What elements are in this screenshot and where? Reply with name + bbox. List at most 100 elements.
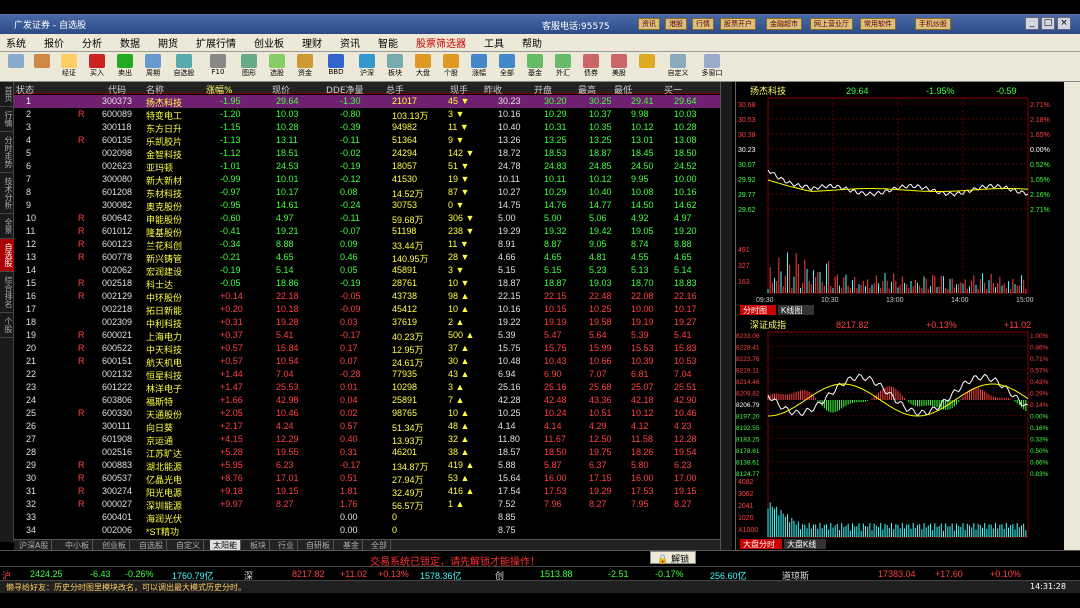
table-row[interactable]: 34 002006 *ST精功 0.00 0 8.75 [14,524,720,537]
grid-scrollbar[interactable] [720,82,732,550]
title-button-5[interactable]: 网上营业厅 [810,18,853,30]
table-row[interactable]: 13 R 600778 新兴铸管 -0.21 4.65 0.46 140.95万 28 ▼ 4.6… [14,251,720,264]
table-row[interactable]: 29 R 000883 湖北能源 +5.95 6.23 -0.17 134.87万 419 ▲ 5… [14,459,720,472]
table-row[interactable]: 23 601222 林洋电子 +1.47 25.53 0.01 10298 3 ▲ 25.16 2… [14,381,720,394]
toolbar-label: 基金 [528,69,542,77]
side-tab-0[interactable]: 首页 [0,82,14,107]
table-row[interactable]: 22 002132 恒星科技 +1.44 7.04 -0.28 77935 43 ▲ 6.94 6… [14,368,720,381]
table-row[interactable]: 17 002218 拓日新能 +0.20 10.18 -0.09 45412 10 ▲ 10.1… [14,303,720,316]
table-row[interactable]: 14 002062 宏润建设 -0.19 5.14 0.05 45891 3 ▼ 5.15 5.1… [14,264,720,277]
table-row[interactable]: 18 002309 中利科技 +0.31 19.28 0.03 37619 2 ▲ 19.22 1… [14,316,720,329]
table-row[interactable]: 26 300111 向日葵 +2.17 4.24 0.57 51.34万 48 ▲ 4.14 4.… [14,420,720,433]
menu-item-6[interactable]: 创业板 [254,35,284,50]
table-row[interactable]: 28 002516 江苏旷达 +5.28 19.55 0.31 46201 38 ▲ 18.57… [14,446,720,459]
toolbar-button-19[interactable]: 外汇 [550,54,576,80]
toolbar-button-3[interactable]: 买入 [84,54,110,80]
toolbar-button-21[interactable]: 美股 [606,54,632,80]
toolbar-button-11[interactable]: BBD [320,54,352,80]
table-row[interactable]: 6 002623 亚玛顿 -1.01 24.53 -0.19 18057 51 ▼ 24.78 2… [14,160,720,173]
cell-open: 4.65 [544,252,562,262]
table-row[interactable]: 12 R 600123 兰花科创 -0.34 8.88 0.09 33.44万 11 ▼ 8.91… [14,238,720,251]
side-tab-4[interactable]: 全景 [0,214,14,239]
title-button-4[interactable]: 金融超市 [766,18,802,30]
toolbar-button-17[interactable]: 全部 [494,54,520,80]
table-row[interactable]: 8 601208 东材科技 -0.97 10.17 0.08 14.52万 87 ▼ 10.27… [14,186,720,199]
table-row[interactable]: 3 300118 东方日升 -1.15 10.28 -0.39 94982 11 ▼ 10.40… [14,121,720,134]
toolbar-button-9[interactable]: 选股 [264,54,290,80]
toolbar-button-8[interactable]: 图形 [236,54,262,80]
table-row[interactable]: 4 R 600135 乐凯胶片 -1.13 13.11 -0.11 51364 9 ▼ 13.26… [14,134,720,147]
menu-item-9[interactable]: 智能 [378,35,398,50]
unlock-button[interactable]: 🔒 解锁 [650,551,697,565]
cell-high: 5.23 [589,265,607,275]
toolbar-button-15[interactable]: 个股 [438,54,464,80]
table-row[interactable]: 33 600401 海润光伏 0.00 0 8.85 [14,511,720,524]
menu-item-2[interactable]: 分析 [82,35,102,50]
menu-item-3[interactable]: 数据 [120,35,140,50]
minimize-button[interactable]: _ [1025,17,1039,30]
menu-item-11[interactable]: 工具 [484,35,504,50]
side-tab-7[interactable]: 个股 [0,313,14,338]
table-row[interactable]: 21 R 600151 航天机电 +0.57 10.54 0.07 24.61万 30 ▲ 10.… [14,355,720,368]
title-button-1[interactable]: 港股 [665,18,687,30]
toolbar-button-0[interactable] [4,54,28,80]
cell-n: 33 [26,512,37,522]
menu-item-10[interactable]: 股票筛选器 [416,35,466,50]
menu-item-12[interactable]: 帮助 [522,35,542,50]
menu-item-1[interactable]: 报价 [44,35,64,50]
menu-item-5[interactable]: 扩展行情 [196,35,236,50]
table-row[interactable]: 11 R 601012 隆基股份 -0.41 19.21 -0.07 51198 238 ▼ 19… [14,225,720,238]
menu-item-0[interactable]: 系统 [6,35,26,50]
toolbar-button-1[interactable] [30,54,54,80]
table-row[interactable]: 19 R 600021 上海电力 +0.37 5.41 -0.17 40.23万 500 ▲ 5.… [14,329,720,342]
table-row[interactable]: 25 R 600330 天通股份 +2.05 10.46 0.02 98765 10 ▲ 10.2… [14,407,720,420]
toolbar-button-14[interactable]: 大盘 [410,54,436,80]
table-row[interactable]: 1 300373 扬杰科技 -1.95 29.64 -1.30 21017 45 ▼ 30.23… [14,95,720,108]
toolbar-button-5[interactable]: 周期 [140,54,166,80]
toolbar-button-13[interactable]: 板块 [382,54,408,80]
table-row[interactable]: 7 300080 新大新材 -0.99 10.01 -0.12 41530 19 ▼ 10.11… [14,173,720,186]
side-tab-5[interactable]: 自选股 [0,239,14,272]
toolbar-button-2[interactable]: 经证 [56,54,82,80]
table-row[interactable]: 16 R 002129 中环股份 +0.14 22.18 -0.05 43738 98 ▲ 22.… [14,290,720,303]
menu-item-4[interactable]: 期货 [158,35,178,50]
toolbar-button-6[interactable]: 自选股 [168,54,200,80]
toolbar-button-24[interactable]: 多窗口 [696,54,728,80]
toolbar-button-16[interactable]: 涨幅 [466,54,492,80]
toolbar-button-22[interactable] [634,54,660,80]
maximize-button[interactable]: □ [1041,17,1055,30]
toolbar-button-12[interactable]: 沪深 [354,54,380,80]
table-row[interactable]: 20 R 600522 中天科技 +0.57 15.84 0.17 12.95万 37 ▲ 15.… [14,342,720,355]
cell-low: 5.13 [631,265,649,275]
title-button-7[interactable]: 手机炒股 [915,18,951,30]
table-row[interactable]: 9 300082 奥克股份 -0.95 14.61 -0.24 30753 0 ▼ 14.75 1… [14,199,720,212]
table-row[interactable]: 24 603806 福斯特 +1.66 42.98 0.04 25891 7 ▲ 42.28 42… [14,394,720,407]
toolbar-button-10[interactable]: 资金 [292,54,318,80]
title-button-6[interactable]: 常用软件 [860,18,896,30]
toolbar-button-20[interactable]: 债券 [578,54,604,80]
table-row[interactable]: 27 601908 京运通 +4.15 12.29 0.40 13.93万 32 ▲ 11.80… [14,433,720,446]
menu-item-7[interactable]: 理财 [302,35,322,50]
title-button-2[interactable]: 行情 [692,18,714,30]
side-tab-3[interactable]: 技术分析 [0,173,14,214]
table-row[interactable]: 15 R 002518 科士达 -0.05 18.86 -0.19 28761 10 ▼ 18.8… [14,277,720,290]
side-tab-6[interactable]: 综合排名 [0,272,14,313]
right-scrollbar[interactable] [1064,82,1080,550]
side-tab-2[interactable]: 分时走势 [0,132,14,173]
toolbar-button-23[interactable]: 自定义 [662,54,694,80]
close-button[interactable]: × [1057,17,1071,30]
cell-price: 24.53 [276,161,299,171]
title-button-3[interactable]: 股票开户 [720,18,756,30]
toolbar-button-7[interactable]: F10 [202,54,234,80]
table-row[interactable]: 32 R 000027 深圳能源 +9.97 8.27 1.76 56.57万 1 ▲ 7.52 7… [14,498,720,511]
toolbar-button-4[interactable]: 卖出 [112,54,138,80]
title-button-0[interactable]: 资讯 [638,18,660,30]
table-row[interactable]: 10 R 600642 申能股份 -0.60 4.97 -0.11 59.68万 306 ▼ 5.… [14,212,720,225]
table-row[interactable]: 5 002098 金智科技 -1.12 18.51 -0.02 24294 142 ▼ 18.7… [14,147,720,160]
toolbar-button-18[interactable]: 基金 [522,54,548,80]
side-tab-1[interactable]: 行情 [0,107,14,132]
table-row[interactable]: 30 R 600537 亿晶光电 +8.76 17.01 0.51 27.94万 53 ▲ 15.… [14,472,720,485]
menu-item-8[interactable]: 资讯 [340,35,360,50]
table-row[interactable]: 2 R 600089 特变电工 -1.20 10.03 -0.80 103.13万 3 ▼ 10.… [14,108,720,121]
table-row[interactable]: 31 R 300274 阳光电源 +9.18 19.15 1.81 32.49万 416 ▲ 17… [14,485,720,498]
